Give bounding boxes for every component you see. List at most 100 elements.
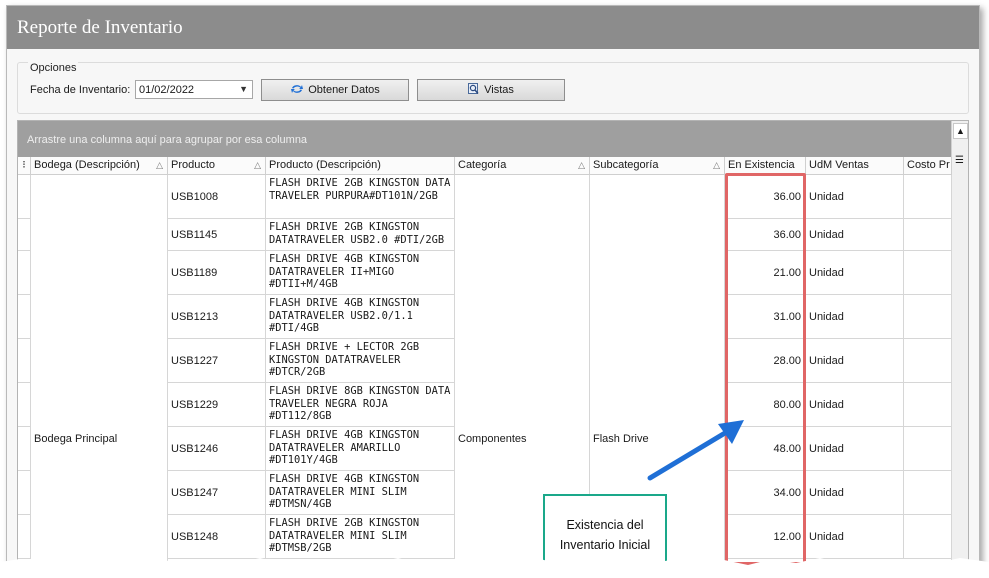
opciones-group: Opciones Fecha de Inventario: 01/02/2022… (17, 62, 969, 114)
inventory-grid: Arrastre una columna aquí para agrupar p… (17, 120, 969, 566)
torn-edge (0, 558, 989, 578)
udm-cell[interactable]: Unidad (806, 251, 904, 295)
descripcion-cell[interactable]: FLASH DRIVE 2GB KINGSTON DATA TRAVELER P… (266, 175, 455, 219)
udm-cell-text: Unidad (809, 487, 844, 499)
costo-cell[interactable] (904, 339, 952, 383)
bodega-cell-label: Bodega Principal (34, 433, 118, 445)
row-indicator[interactable] (18, 471, 31, 515)
row-indicator[interactable] (18, 383, 31, 427)
column-header-2[interactable]: Producto △ (168, 157, 266, 175)
costo-cell[interactable] (904, 383, 952, 427)
sort-triangle-icon[interactable]: △ (156, 157, 163, 174)
producto-cell[interactable]: USB1248 (168, 515, 266, 559)
column-header-7[interactable]: UdM Ventas (806, 157, 904, 175)
udm-cell[interactable]: Unidad (806, 295, 904, 339)
column-header-label: Subcategoría (593, 159, 659, 171)
udm-cell[interactable]: Unidad (806, 339, 904, 383)
column-header-4[interactable]: Categoría △ (455, 157, 590, 175)
descripcion-cell[interactable]: FLASH DRIVE 8GB KINGSTON DATA TRAVELER N… (266, 383, 455, 427)
udm-cell[interactable]: Unidad (806, 219, 904, 251)
udm-cell[interactable]: Unidad (806, 515, 904, 559)
chevron-down-icon[interactable]: ▼ (239, 84, 248, 94)
costo-cell[interactable] (904, 219, 952, 251)
udm-cell[interactable]: Unidad (806, 175, 904, 219)
row-indicator[interactable] (18, 295, 31, 339)
vertical-scrollbar[interactable]: ▲ ☰ (951, 121, 968, 566)
column-header-label: Categoría (458, 159, 507, 171)
row-indicator[interactable] (18, 427, 31, 471)
vistas-label: Vistas (484, 84, 514, 96)
udm-cell[interactable]: Unidad (806, 427, 904, 471)
producto-cell[interactable]: USB1247 (168, 471, 266, 515)
costo-cell[interactable] (904, 427, 952, 471)
arrow-icon (647, 420, 744, 481)
sort-triangle-icon[interactable]: △ (254, 157, 261, 174)
costo-cell[interactable] (904, 175, 952, 219)
producto-cell[interactable]: USB1008 (168, 175, 266, 219)
producto-cell-text: USB1248 (171, 531, 219, 543)
descripcion-cell[interactable]: FLASH DRIVE 4GB KINGSTON DATATRAVELER II… (266, 251, 455, 295)
row-indicator[interactable] (18, 251, 31, 295)
producto-cell[interactable]: USB1213 (168, 295, 266, 339)
udm-cell-text: Unidad (809, 191, 844, 203)
row-indicator[interactable] (18, 175, 31, 219)
fecha-label: Fecha de Inventario: (30, 84, 131, 96)
callout-line-1: Existencia del (566, 518, 644, 532)
column-header-5[interactable]: Subcategoría △ (590, 157, 725, 175)
descripcion-cell[interactable]: FLASH DRIVE 4GB KINGSTON DATATRAVELER AM… (266, 427, 455, 471)
descripcion-cell[interactable]: FLASH DRIVE 2GB KINGSTON DATATRAVELER MI… (266, 515, 455, 559)
producto-cell-text: USB1145 (171, 229, 218, 241)
existencia-highlight-box (725, 173, 806, 565)
costo-cell[interactable] (904, 295, 952, 339)
group-by-panel[interactable]: Arrastre una columna aquí para agrupar p… (18, 121, 952, 157)
window-title: Reporte de Inventario (17, 17, 183, 38)
udm-cell-text: Unidad (809, 399, 844, 411)
column-header-1[interactable]: Bodega (Descripción) △ (31, 157, 168, 175)
sort-triangle-icon[interactable]: △ (578, 157, 585, 174)
costo-cell[interactable] (904, 515, 952, 559)
opciones-legend: Opciones (28, 62, 79, 74)
row-indicator[interactable] (18, 515, 31, 559)
descripcion-cell[interactable]: FLASH DRIVE + LECTOR 2GB KINGSTON DATATR… (266, 339, 455, 383)
descripcion-cell[interactable]: FLASH DRIVE 4GB KINGSTON DATATRAVELER MI… (266, 471, 455, 515)
obtener-datos-button[interactable]: Obtener Datos (261, 79, 409, 101)
column-header-label: Costo Pr (907, 159, 950, 171)
column-header-8[interactable]: Costo Pr (904, 157, 952, 175)
udm-cell-text: Unidad (809, 443, 844, 455)
title-bar: Reporte de Inventario (7, 6, 979, 49)
producto-cell[interactable]: USB1246 (168, 427, 266, 471)
producto-cell[interactable]: USB1145 (168, 219, 266, 251)
producto-cell-text: USB1189 (171, 267, 218, 279)
descripcion-cell[interactable]: FLASH DRIVE 2GB KINGSTON DATATRAVELER US… (266, 219, 455, 251)
descripcion-cell-text: FLASH DRIVE 2GB KINGSTON DATATRAVELER MI… (269, 517, 420, 555)
row-indicator[interactable] (18, 339, 31, 383)
udm-cell-text: Unidad (809, 531, 844, 543)
sort-triangle-icon[interactable]: △ (713, 157, 720, 174)
magnifier-icon (468, 82, 480, 98)
fecha-date-picker[interactable]: 01/02/2022 ▼ (135, 80, 253, 99)
callout-line-2: Inventario Inicial (559, 538, 651, 552)
row-indicator-header[interactable]: ⁝ (18, 157, 31, 175)
column-header-label: UdM Ventas (809, 159, 869, 171)
costo-cell[interactable] (904, 471, 952, 515)
vistas-button[interactable]: Vistas (417, 79, 565, 101)
producto-cell[interactable]: USB1227 (168, 339, 266, 383)
producto-cell-text: USB1227 (171, 355, 219, 367)
descripcion-cell-text: FLASH DRIVE 4GB KINGSTON DATATRAVELER AM… (269, 429, 420, 467)
udm-cell[interactable]: Unidad (806, 471, 904, 515)
column-header-3[interactable]: Producto (Descripción) (266, 157, 455, 175)
producto-cell[interactable]: USB1189 (168, 251, 266, 295)
producto-cell-text: USB1229 (171, 399, 219, 411)
costo-cell[interactable] (904, 251, 952, 295)
bodega-cell[interactable]: Bodega Principal (31, 175, 168, 566)
descripcion-cell[interactable]: FLASH DRIVE 4GB KINGSTON DATATRAVELER US… (266, 295, 455, 339)
row-indicator[interactable] (18, 219, 31, 251)
udm-cell[interactable]: Unidad (806, 383, 904, 427)
descripcion-cell-text: FLASH DRIVE 4GB KINGSTON DATATRAVELER MI… (269, 473, 420, 511)
column-chooser-icon[interactable]: ☰ (955, 155, 964, 166)
producto-cell-text: USB1008 (171, 191, 219, 203)
producto-cell[interactable]: USB1229 (168, 383, 266, 427)
udm-cell-text: Unidad (809, 311, 844, 323)
descripcion-cell-text: FLASH DRIVE 2GB KINGSTON DATA TRAVELER P… (269, 177, 451, 202)
scroll-up-icon[interactable]: ▲ (953, 123, 968, 139)
